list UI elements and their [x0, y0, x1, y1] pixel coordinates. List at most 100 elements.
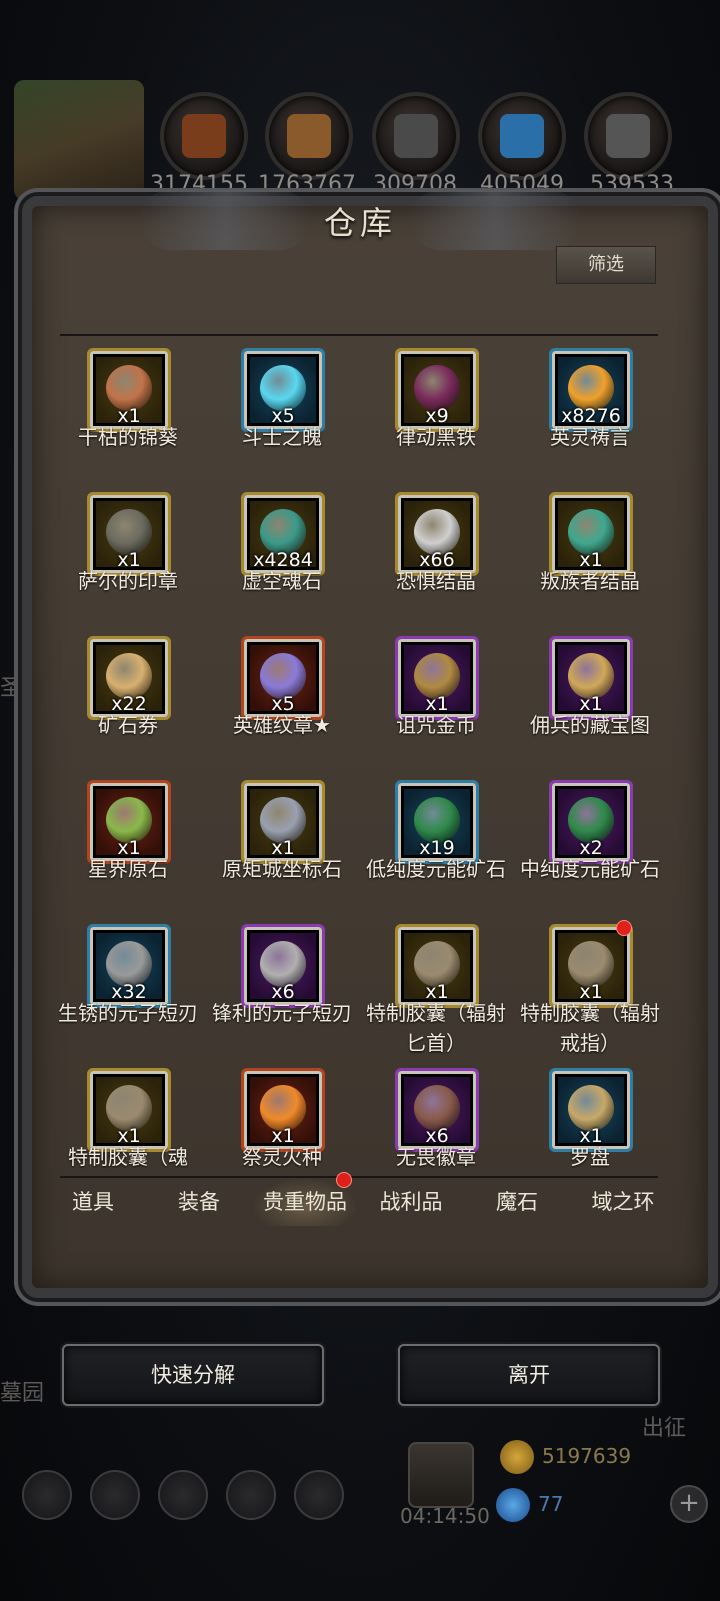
- item-cell[interactable]: x1 特制胶囊（魂: [50, 1068, 206, 1176]
- item-cell[interactable]: x1 特制胶囊（辐射戒指）: [512, 920, 668, 1060]
- item-cell[interactable]: x1 干枯的锦葵: [50, 348, 206, 484]
- bg-label-chuzheng: 出征: [642, 1416, 687, 1441]
- item-name: 斗士之魄: [242, 425, 322, 449]
- gold-amount: 5197639: [542, 1444, 632, 1468]
- item-cell[interactable]: x8276 英灵祷言: [512, 348, 668, 484]
- item-frame: x22: [87, 636, 171, 720]
- item-name: 干枯的锦葵: [78, 425, 178, 449]
- divider-top: [60, 334, 658, 336]
- gem-amount: 77: [538, 1492, 564, 1516]
- tab-badge: [336, 1172, 352, 1188]
- tab-5[interactable]: 域之环: [570, 1178, 676, 1226]
- item-frame: x9: [395, 348, 479, 432]
- item-name: 英雄纹章★: [233, 713, 331, 737]
- item-name: 虚空魂石: [242, 569, 322, 593]
- item-frame: x19: [395, 780, 479, 864]
- meat-resource[interactable]: [160, 92, 248, 180]
- tab-label: 道具: [72, 1190, 114, 1214]
- item-frame: x8276: [549, 348, 633, 432]
- item-cell[interactable]: x5 斗士之魄: [204, 348, 360, 484]
- tab-3[interactable]: 战利品: [358, 1178, 464, 1226]
- shield-icon[interactable]: [294, 1470, 344, 1520]
- resource-bar: 3174155 1763767 309708 405049 539533: [0, 80, 720, 200]
- item-cell[interactable]: x1 原矩城坐标石: [204, 780, 360, 916]
- item-frame: x1: [395, 636, 479, 720]
- mail-icon[interactable]: [226, 1470, 276, 1520]
- tab-1[interactable]: 装备: [146, 1178, 252, 1226]
- item-cell[interactable]: x1 星界原石: [50, 780, 206, 916]
- panel-title: 仓库: [323, 204, 396, 242]
- tab-2[interactable]: 贵重物品: [252, 1172, 358, 1226]
- gem-icon: [496, 1488, 530, 1522]
- item-cell[interactable]: x4284 虚空魂石: [204, 492, 360, 628]
- item-name: 矿石券: [98, 713, 158, 737]
- item-cell[interactable]: x22 矿石券: [50, 636, 206, 772]
- iron-resource[interactable]: [372, 92, 460, 180]
- item-name: 生锈的元子短刃: [58, 1001, 198, 1025]
- item-frame: x6: [241, 924, 325, 1008]
- item-name: 诅咒金币: [396, 713, 476, 737]
- settings-icon[interactable]: [22, 1470, 72, 1520]
- title-ornament-left: [140, 190, 310, 250]
- item-frame: x1: [87, 492, 171, 576]
- item-grid: x1 干枯的锦葵 x5 斗士之魄 x9 律动黑铁 x8276 英灵祷言 x1 萨尔的印章 x4284…: [50, 348, 670, 1176]
- item-name: 祭灵火种: [242, 1145, 322, 1169]
- tab-label: 魔石: [496, 1190, 538, 1214]
- item-cell[interactable]: x32 生锈的元子短刃: [50, 924, 206, 1060]
- new-badge: [616, 920, 632, 936]
- tab-label: 战利品: [379, 1190, 443, 1214]
- add-icon[interactable]: +: [670, 1485, 708, 1523]
- player-avatar[interactable]: [14, 80, 144, 200]
- quick-decompose-button[interactable]: 快速分解: [62, 1344, 324, 1406]
- item-name: 低纯度元能矿石: [366, 857, 506, 881]
- tab-0[interactable]: 道具: [40, 1178, 146, 1226]
- tab-label: 贵重物品: [263, 1190, 347, 1214]
- leave-button[interactable]: 离开: [398, 1344, 660, 1406]
- item-frame: x1: [241, 1068, 325, 1152]
- item-cell[interactable]: x6 无畏徽章: [358, 1068, 514, 1176]
- gold-coin-icon: [500, 1440, 534, 1474]
- item-cell[interactable]: x1 萨尔的印章: [50, 492, 206, 628]
- item-cell[interactable]: x1 佣兵的藏宝图: [512, 636, 668, 772]
- item-name: 特制胶囊（辐射戒指）: [520, 1001, 660, 1055]
- filter-button[interactable]: 筛选: [556, 246, 656, 284]
- item-name: 律动黑铁: [396, 425, 476, 449]
- item-cell[interactable]: x9 律动黑铁: [358, 348, 514, 484]
- item-frame: x6: [395, 1068, 479, 1152]
- item-frame: x1: [549, 924, 633, 1008]
- guild-icon[interactable]: [158, 1470, 208, 1520]
- item-name: 萨尔的印章: [78, 569, 178, 593]
- item-cell[interactable]: x1 祭灵火种: [204, 1068, 360, 1176]
- item-name: 锋利的元子短刃: [212, 1001, 352, 1025]
- item-cell[interactable]: x66 恐惧结晶: [358, 492, 514, 628]
- item-cell[interactable]: x1 罗盘: [512, 1068, 668, 1176]
- item-cell[interactable]: x2 中纯度元能矿石: [512, 780, 668, 916]
- item-cell[interactable]: x1 诅咒金币: [358, 636, 514, 772]
- item-frame: x2: [549, 780, 633, 864]
- gift-box-icon[interactable]: [408, 1442, 474, 1508]
- item-cell[interactable]: x19 低纯度元能矿石: [358, 780, 514, 916]
- item-frame: x5: [241, 636, 325, 720]
- item-cell[interactable]: x1 叛族者结晶: [512, 492, 668, 628]
- item-frame: x5: [241, 348, 325, 432]
- tab-4[interactable]: 魔石: [464, 1178, 570, 1226]
- wood-icon: [287, 114, 331, 158]
- medal-icon[interactable]: [90, 1470, 140, 1520]
- title-ornament-right: [410, 190, 580, 250]
- item-frame: x1: [241, 780, 325, 864]
- item-name: 罗盘: [570, 1145, 610, 1169]
- item-frame: x1: [549, 492, 633, 576]
- item-name: 特制胶囊（魂: [68, 1145, 188, 1169]
- wood-resource[interactable]: [265, 92, 353, 180]
- steel-resource[interactable]: [584, 92, 672, 180]
- tab-label: 装备: [178, 1190, 220, 1214]
- item-name: 原矩城坐标石: [222, 857, 342, 881]
- crystal-resource[interactable]: [478, 92, 566, 180]
- crystal-icon: [500, 114, 544, 158]
- item-frame: x1: [549, 1068, 633, 1152]
- item-cell[interactable]: x5 英雄纹章★: [204, 636, 360, 772]
- item-name: 特制胶囊（辐射匕首）: [366, 1001, 506, 1055]
- item-cell[interactable]: x6 锋利的元子短刃: [204, 924, 360, 1060]
- item-frame: x66: [395, 492, 479, 576]
- item-cell[interactable]: x1 特制胶囊（辐射匕首）: [358, 924, 514, 1060]
